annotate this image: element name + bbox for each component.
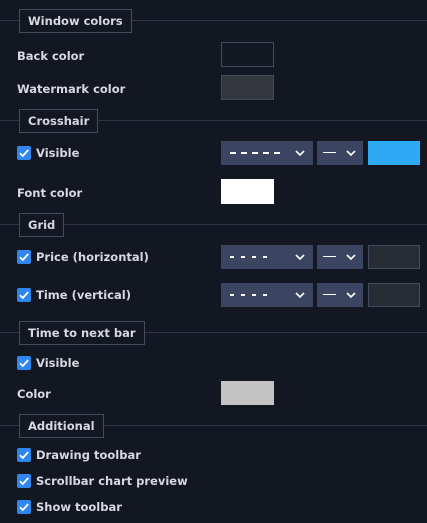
- time-to-next-bar-visible-checkbox[interactable]: Visible: [17, 355, 79, 371]
- back-color-swatch[interactable]: [221, 42, 274, 67]
- section-title-grid: Grid: [19, 213, 65, 237]
- crosshair-line-width-select[interactable]: [317, 141, 363, 165]
- scrollbar-chart-preview-label: Scrollbar chart preview: [36, 474, 188, 488]
- grid-price-line-style-select[interactable]: [221, 245, 313, 269]
- section-title-window-colors: Window colors: [19, 9, 132, 33]
- time-to-next-bar-visible-label: Visible: [36, 356, 80, 370]
- font-color-label: Font color: [17, 186, 83, 200]
- font-color-swatch[interactable]: [221, 179, 274, 204]
- show-toolbar-checkbox[interactable]: Show toolbar: [17, 499, 122, 515]
- chevron-down-icon: [295, 150, 305, 157]
- check-icon[interactable]: [17, 356, 31, 370]
- drawing-toolbar-label: Drawing toolbar: [36, 448, 141, 462]
- line-width-icon: [323, 294, 336, 295]
- grid-time-checkbox[interactable]: Time (vertical): [17, 287, 131, 303]
- show-toolbar-label: Show toolbar: [36, 500, 122, 514]
- check-icon[interactable]: [17, 146, 31, 160]
- grid-price-checkbox[interactable]: Price (horizontal): [17, 249, 149, 265]
- grid-price-color-swatch[interactable]: [368, 245, 420, 269]
- chevron-down-icon: [295, 292, 305, 299]
- check-icon[interactable]: [17, 500, 31, 514]
- section-title-crosshair: Crosshair: [19, 109, 99, 133]
- grid-price-label: Price (horizontal): [36, 250, 149, 264]
- section-title-time-to-next-bar: Time to next bar: [19, 321, 145, 345]
- scrollbar-chart-preview-checkbox[interactable]: Scrollbar chart preview: [17, 473, 188, 489]
- crosshair-color-swatch[interactable]: [368, 141, 420, 165]
- watermark-color-swatch[interactable]: [221, 75, 274, 100]
- check-icon[interactable]: [17, 474, 31, 488]
- line-width-icon: [323, 152, 336, 153]
- section-title-additional: Additional: [19, 414, 104, 438]
- crosshair-visible-label: Visible: [36, 146, 80, 160]
- chevron-down-icon: [346, 292, 356, 299]
- check-icon[interactable]: [17, 288, 31, 302]
- crosshair-line-style-select[interactable]: [221, 141, 313, 165]
- watermark-color-label: Watermark color: [17, 82, 126, 96]
- time-to-next-bar-color-label: Color: [17, 387, 51, 401]
- grid-price-line-width-select[interactable]: [317, 245, 363, 269]
- chevron-down-icon: [346, 150, 356, 157]
- grid-time-line-style-select[interactable]: [221, 283, 313, 307]
- chevron-down-icon: [346, 254, 356, 261]
- back-color-label: Back color: [17, 49, 85, 63]
- time-to-next-bar-color-swatch[interactable]: [221, 381, 274, 405]
- dotted-line-icon: [230, 294, 267, 296]
- grid-time-line-width-select[interactable]: [317, 283, 363, 307]
- line-width-icon: [323, 256, 336, 257]
- dotted-line-icon: [230, 256, 267, 258]
- grid-time-color-swatch[interactable]: [368, 283, 420, 307]
- chevron-down-icon: [295, 254, 305, 261]
- crosshair-visible-checkbox[interactable]: Visible: [17, 145, 79, 161]
- drawing-toolbar-checkbox[interactable]: Drawing toolbar: [17, 447, 141, 463]
- check-icon[interactable]: [17, 448, 31, 462]
- grid-time-label: Time (vertical): [36, 288, 132, 302]
- check-icon[interactable]: [17, 250, 31, 264]
- dashed-line-icon: [230, 152, 280, 154]
